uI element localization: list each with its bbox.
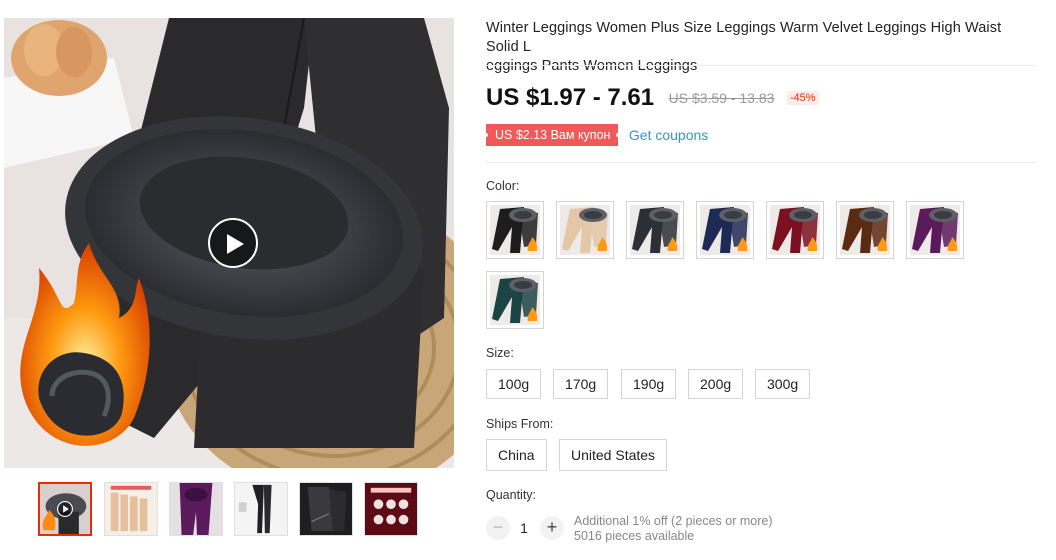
size-option-190g[interactable]: 190g	[621, 369, 677, 399]
quantity-decrease-button[interactable]: −	[486, 516, 510, 540]
color-swatch-navy[interactable]	[696, 201, 754, 259]
color-swatch-black-image	[490, 205, 540, 255]
color-swatch-dark-gray[interactable]	[626, 201, 684, 259]
color-swatch-black[interactable]	[486, 201, 544, 259]
color-swatch-skin[interactable]	[556, 201, 614, 259]
thumbnail-skin-sizes[interactable]	[104, 482, 158, 536]
size-option-100g[interactable]: 100g	[486, 369, 542, 399]
thumbnail-black-detail[interactable]	[299, 482, 353, 536]
thumbnail-video-image	[40, 484, 90, 534]
thumbnail-purple[interactable]	[169, 482, 223, 536]
color-swatch-wine-red-image	[770, 205, 820, 255]
thumbnail-legs-white[interactable]	[234, 482, 288, 536]
coupon-badge[interactable]: US $2.13 Вам купон	[483, 124, 621, 146]
quantity-label: Quantity:	[486, 488, 537, 502]
ships-from-united-states[interactable]: United States	[559, 439, 668, 471]
color-swatch-dark-green[interactable]	[486, 271, 544, 329]
play-icon	[227, 234, 244, 254]
color-label: Color:	[486, 179, 520, 193]
get-coupons-link[interactable]: Get coupons	[629, 127, 708, 143]
thumbnail-skin-sizes-image	[105, 483, 157, 535]
thumbnail-red-promo-image	[365, 483, 417, 535]
thumbnail-purple-image	[170, 483, 222, 535]
main-product-image[interactable]	[4, 18, 454, 468]
video-play-button[interactable]	[208, 218, 258, 268]
color-swatch-dark-gray-image	[630, 205, 680, 255]
color-swatch-skin-image	[560, 205, 610, 255]
coupon-divider	[486, 162, 1036, 163]
thumbnail-red-promo[interactable]	[364, 482, 418, 536]
thumbnail-black-detail-image	[300, 483, 352, 535]
quantity-discount-note: Additional 1% off (2 pieces or more)	[574, 514, 773, 528]
color-swatch-coffee-image	[840, 205, 890, 255]
color-swatch-wine-red[interactable]	[766, 201, 824, 259]
ships-from-label: Ships From:	[486, 417, 554, 431]
ships-from-china[interactable]: China	[486, 439, 547, 471]
color-swatch-coffee[interactable]	[836, 201, 894, 259]
original-price: US $3.59 - 13.83	[668, 90, 775, 106]
quantity-value[interactable]: 1	[520, 520, 528, 536]
coupon-row: US $2.13 Вам купон Get coupons	[483, 124, 708, 146]
title-divider	[486, 65, 1036, 66]
discount-badge: -45%	[786, 91, 819, 105]
product-title: Winter Leggings Women Plus Size Leggings…	[486, 19, 1036, 76]
thumbnail-legs-white-image	[235, 483, 287, 535]
current-price: US $1.97 - 7.61	[486, 84, 655, 111]
size-option-170g[interactable]: 170g	[553, 369, 609, 399]
product-title-line-1: Winter Leggings Women Plus Size Leggings…	[486, 20, 1002, 55]
color-swatch-purple[interactable]	[906, 201, 964, 259]
thumbnail-video[interactable]	[38, 482, 92, 536]
size-label: Size:	[486, 346, 514, 360]
color-swatch-purple-image	[910, 205, 960, 255]
size-option-300g[interactable]: 300g	[755, 369, 811, 399]
quantity-available-note: 5016 pieces available	[574, 529, 695, 543]
price-row: US $1.97 - 7.61 US $3.59 - 13.83 -45%	[486, 84, 819, 114]
product-title-line-2: eggings Pants Women Leggings	[486, 58, 698, 74]
size-option-200g[interactable]: 200g	[688, 369, 744, 399]
color-swatch-dark-green-image	[490, 275, 540, 325]
quantity-increase-button[interactable]: +	[540, 516, 564, 540]
color-swatch-navy-image	[700, 205, 750, 255]
